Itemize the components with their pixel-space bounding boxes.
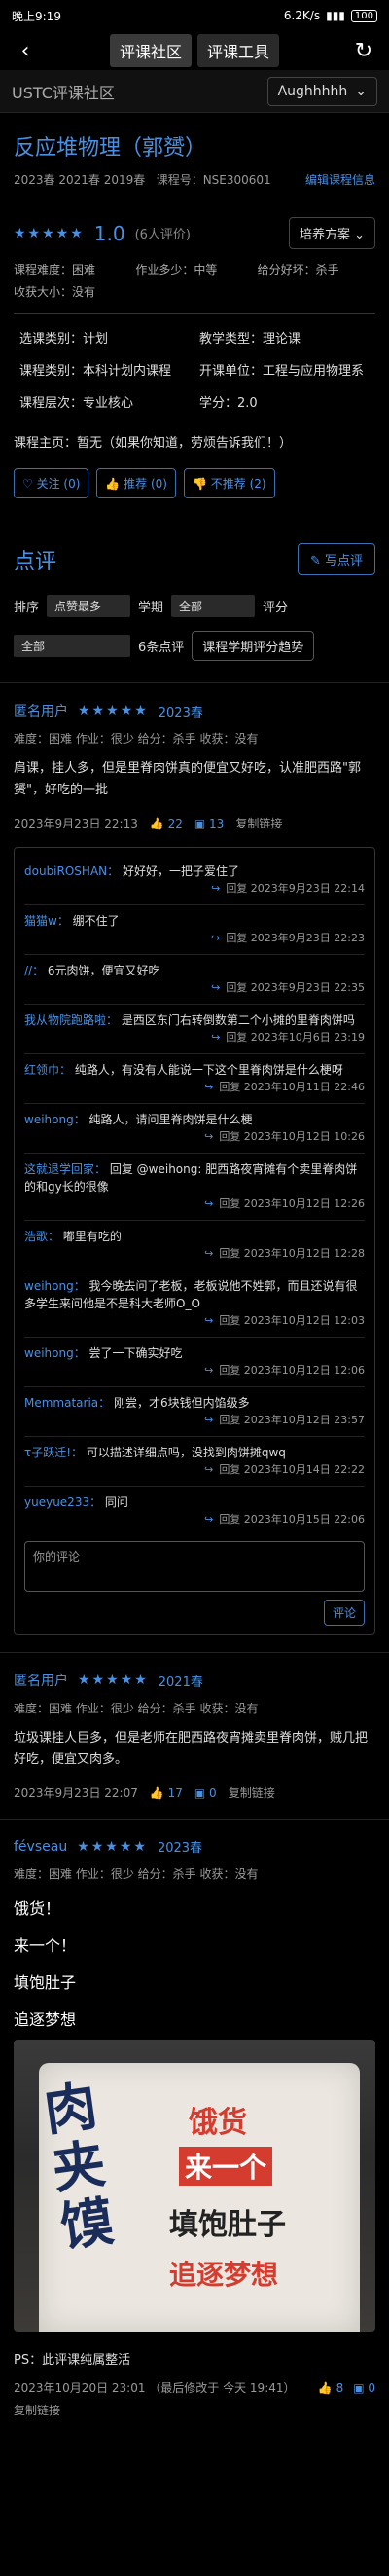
refresh-icon[interactable]: ↻ bbox=[352, 39, 375, 63]
comment: 我从物院跑路啦： 是西区东门右转倒数第二个小摊的里脊肉饼吗 ↪ 回复 2023年1… bbox=[24, 1005, 365, 1054]
reviewer-name[interactable]: 匿名用户 bbox=[14, 701, 68, 720]
reply-button[interactable]: ↪ 回复 2023年9月23日 22:14 bbox=[24, 880, 365, 898]
comment: 浩歌： 嘟里有吃的 ↪ 回复 2023年10月12日 12:28 bbox=[24, 1221, 365, 1270]
sort-select[interactable]: 点赞最多 bbox=[47, 595, 131, 617]
copy-link-button[interactable]: 复制链接 bbox=[235, 815, 282, 831]
review-stars: ★★★★★ bbox=[78, 703, 149, 718]
like-button[interactable]: 👍 8 bbox=[318, 2381, 343, 2395]
reviews-title: 点评 bbox=[14, 549, 57, 574]
course-title: 反应堆物理（郭赟） bbox=[14, 136, 207, 161]
comment-input[interactable]: 你的评论 bbox=[24, 1541, 365, 1592]
copy-link-button[interactable]: 复制链接 bbox=[14, 2402, 375, 2418]
write-review-button[interactable]: ✎ 写点评 bbox=[297, 543, 375, 575]
reply-button[interactable]: ↪ 回复 2023年10月12日 23:57 bbox=[24, 1412, 365, 1429]
review-semester: 2023春 bbox=[157, 1841, 203, 1856]
edit-course-link[interactable]: 编辑课程信息 bbox=[305, 171, 375, 188]
course-details: 选课类别：计划 教学类型：理论课 课程类别：本科计划内课程 开课单位：工程与应用… bbox=[19, 332, 365, 411]
battery-icon: 100 bbox=[350, 9, 377, 22]
follow-button[interactable]: ♡ 关注 (0) bbox=[14, 468, 89, 498]
like-button[interactable]: 👍 22 bbox=[150, 817, 183, 830]
review-time: 2023年9月23日 22:13 bbox=[14, 817, 138, 830]
review-postscript: PS：此评课纯属整活 bbox=[14, 2353, 131, 2368]
signal-icon: ▮▮▮ bbox=[326, 9, 345, 22]
username: Aughhhhh bbox=[277, 83, 348, 99]
review-photo[interactable]: 肉夹馍 饿货 来一个 填饱肚子 追逐梦想 bbox=[14, 2040, 375, 2332]
rating-count: (6人评价) bbox=[134, 228, 191, 242]
course-terms: 2023春 2021春 2019春 bbox=[14, 173, 146, 187]
comment: weihong： 纯路人，请问里脊肉饼是什么梗 ↪ 回复 2023年10月12日 … bbox=[24, 1104, 365, 1154]
reply-button[interactable]: ↪ 回复 2023年10月15日 22:06 bbox=[24, 1511, 365, 1528]
back-icon[interactable]: ‹ bbox=[14, 39, 37, 63]
reply-button[interactable]: ↪ 回复 2023年10月12日 10:26 bbox=[24, 1128, 365, 1146]
reply-button[interactable]: ↪ 回复 2023年10月6日 23:19 bbox=[24, 1029, 365, 1047]
course-stats: 课程难度：困难 作业多少：中等 给分好坏：杀手 收获大小：没有 bbox=[14, 263, 339, 299]
comment-list: doubiROSHAN： 好好好，一把子爱住了 ↪ 回复 2023年9月23日 2… bbox=[14, 847, 375, 1635]
divider bbox=[14, 313, 375, 314]
status-time: 晚上9:19 bbox=[12, 9, 61, 23]
comment: yueyue233： 同问 ↪ 回复 2023年10月15日 22:06 bbox=[24, 1487, 365, 1535]
site-header: USTC评课社区 Aughhhhh ⌄ bbox=[0, 70, 389, 113]
reply-button[interactable]: ↪ 回复 2023年9月23日 22:35 bbox=[24, 979, 365, 997]
network-speed: 6.2K/s bbox=[283, 9, 321, 22]
comment-button[interactable]: ▣ 13 bbox=[194, 817, 224, 830]
review-semester: 2021春 bbox=[158, 1674, 203, 1690]
comment: weihong： 我今晚去问了老板，老板说他不姓郭，而且还说有很多学生来问他是不… bbox=[24, 1270, 365, 1338]
comment-button[interactable]: ▣ 0 bbox=[353, 2381, 375, 2395]
chevron-down-icon: ⌄ bbox=[355, 83, 367, 99]
review-stars: ★★★★★ bbox=[78, 1673, 149, 1688]
reviewer-name[interactable]: févseau bbox=[14, 1839, 67, 1855]
tab-review-tools[interactable]: 评课工具 bbox=[197, 34, 280, 67]
course-homepage: 课程主页：暂无（如果你知道，劳烦告诉我们！） bbox=[14, 436, 293, 451]
training-plan-button[interactable]: 培养方案 ⌄ bbox=[288, 217, 375, 249]
course-info: 反应堆物理（郭赟） 2023春 2021春 2019春 课程号：NSE30060… bbox=[0, 130, 389, 661]
reply-button[interactable]: ↪ 回复 2023年10月12日 12:06 bbox=[24, 1362, 365, 1380]
comment: weihong： 尝了一下确实好吃 ↪ 回复 2023年10月12日 12:06 bbox=[24, 1338, 365, 1387]
tab-review-community[interactable]: 评课社区 bbox=[109, 34, 192, 67]
reply-button[interactable]: ↪ 回复 2023年10月11日 22:46 bbox=[24, 1079, 365, 1096]
not-recommend-button[interactable]: 👎 不推荐 (2) bbox=[184, 468, 275, 498]
review-stars: ★★★★★ bbox=[77, 1838, 148, 1855]
status-bar: 晚上9:19 6.2K/s ▮▮▮ 100 bbox=[0, 0, 389, 31]
review-semester: 2023春 bbox=[158, 705, 203, 720]
score-select[interactable]: 全部 bbox=[14, 635, 130, 657]
comment: τ子跃迁!： 可以描述详细点吗，没找到肉饼摊qwq ↪ 回复 2023年10月14… bbox=[24, 1437, 365, 1487]
course-code: 课程号：NSE300601 bbox=[156, 173, 271, 187]
course-rating-stars: ★★★★★ bbox=[14, 225, 85, 241]
reply-button[interactable]: ↪ 回复 2023年10月12日 12:26 bbox=[24, 1196, 365, 1213]
trend-button[interactable]: 课程学期评分趋势 bbox=[192, 631, 315, 661]
reply-button[interactable]: ↪ 回复 2023年9月23日 22:23 bbox=[24, 930, 365, 947]
review-card: 匿名用户 ★★★★★ 2023春 难度：困难 作业：很少 给分：杀手 收获：没有… bbox=[0, 682, 389, 1652]
comment: 这就退学回家： 回复 @weihong: 肥西路夜宵摊有个卖里脊肉饼的和gy长的… bbox=[24, 1154, 365, 1221]
review-time: 2023年10月20日 23:01 （最后修改于 今天 19:41） bbox=[14, 2381, 296, 2395]
submit-comment-button[interactable]: 评论 bbox=[323, 1600, 365, 1626]
comment: 红领巾： 纯路人，有没有人能说一下这个里脊肉饼是什么梗呀 ↪ 回复 2023年10… bbox=[24, 1054, 365, 1104]
comment: Memmataria： 刚尝，才6块钱但内馅级多 ↪ 回复 2023年10月12日… bbox=[24, 1387, 365, 1437]
term-select[interactable]: 全部 bbox=[171, 595, 256, 617]
comment-button[interactable]: ▣ 0 bbox=[194, 1786, 217, 1800]
review-card: févseau ★★★★★ 2023春 难度：困难 作业：很少 给分：杀手 收获… bbox=[0, 1819, 389, 2436]
reviewer-name[interactable]: 匿名用户 bbox=[14, 1671, 68, 1690]
comment: doubiROSHAN： 好好好，一把子爱住了 ↪ 回复 2023年9月23日 2… bbox=[24, 856, 365, 905]
comment: 猫猫w： 绷不住了 ↪ 回复 2023年9月23日 22:23 bbox=[24, 905, 365, 955]
top-navigation: ‹ 评课社区 评课工具 ↻ bbox=[0, 31, 389, 70]
site-title[interactable]: USTC评课社区 bbox=[12, 80, 115, 103]
copy-link-button[interactable]: 复制链接 bbox=[229, 1785, 275, 1801]
comment: //： 6元肉饼，便宜又好吃 ↪ 回复 2023年9月23日 22:35 bbox=[24, 955, 365, 1005]
reply-button[interactable]: ↪ 回复 2023年10月12日 12:03 bbox=[24, 1312, 365, 1330]
review-body: 肩课，挂人多，但是里脊肉饼真的便宜又好吃，认准肥西路"郭赟"，好吃的一批 bbox=[14, 761, 361, 797]
reply-button[interactable]: ↪ 回复 2023年10月14日 22:22 bbox=[24, 1461, 365, 1479]
review-card: 匿名用户 ★★★★★ 2021春 难度：困难 作业：很少 给分：杀手 收获：没有… bbox=[0, 1652, 389, 1819]
user-menu-button[interactable]: Aughhhhh ⌄ bbox=[266, 76, 377, 106]
review-time: 2023年9月23日 22:07 bbox=[14, 1786, 138, 1800]
reply-button[interactable]: ↪ 回复 2023年10月12日 12:28 bbox=[24, 1245, 365, 1263]
course-score: 1.0 bbox=[93, 221, 125, 245]
recommend-button[interactable]: 👍 推荐 (0) bbox=[96, 468, 176, 498]
like-button[interactable]: 👍 17 bbox=[150, 1786, 183, 1800]
review-body: 垃圾课挂人巨多，但是老师在肥西路夜宵摊卖里脊肉饼，贼几把好吃，便宜又肉多。 bbox=[14, 1731, 369, 1767]
review-count: 6条点评 bbox=[138, 641, 185, 655]
